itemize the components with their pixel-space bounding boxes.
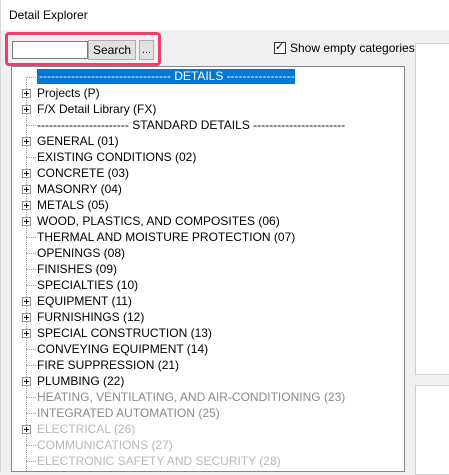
tree-item[interactable]: CONCRETE (03)	[12, 165, 404, 181]
tree-item[interactable]: WOOD, PLASTICS, AND COMPOSITES (06)	[12, 213, 404, 229]
tree-connector-icon	[26, 125, 36, 127]
tree-item-label: INTEGRATED AUTOMATION (25)	[37, 406, 220, 420]
tree-item[interactable]: INTEGRATED AUTOMATION (25)	[12, 405, 404, 421]
tree-item-label: WOOD, PLASTICS, AND COMPOSITES (06)	[37, 214, 280, 228]
tree-item[interactable]: ELECTRONIC SAFETY AND SECURITY (28)	[12, 453, 404, 469]
tree-item[interactable]: ELECTRICAL (26)	[12, 421, 404, 437]
tree-item-label: EXISTING CONDITIONS (02)	[37, 150, 197, 164]
tree-item-label: HEATING, VENTILATING, AND AIR-CONDITIONI…	[37, 390, 346, 404]
tree-connector-icon	[26, 461, 36, 463]
tree-item[interactable]: --------------------------------- DETAIL…	[12, 69, 404, 85]
tree-item[interactable]: FINISHES (09)	[12, 261, 404, 277]
tree-item-label: COMMUNICATIONS (27)	[37, 438, 173, 452]
tree-item[interactable]: F/X Detail Library (FX)	[12, 101, 404, 117]
tree-item-label: SPECIALTIES (10)	[37, 278, 139, 292]
tree-item[interactable]: FIRE SUPPRESSION (21)	[12, 357, 404, 373]
tree-connector-icon	[26, 269, 36, 271]
tree-item[interactable]: EXISTING CONDITIONS (02)	[12, 149, 404, 165]
checkmark-icon: ✓	[275, 41, 285, 53]
tree-item[interactable]: ----------------------- STANDARD DETAILS…	[12, 117, 404, 133]
tree-connector-icon	[26, 157, 36, 159]
tree-item-label: CONVEYING EQUIPMENT (14)	[37, 342, 209, 356]
tree-item-label: FINISHES (09)	[37, 262, 118, 276]
show-empty-categories-toggle[interactable]: ✓ Show empty categories	[274, 41, 415, 55]
tree-connector-icon	[26, 237, 36, 239]
expand-icon[interactable]	[22, 313, 31, 322]
tree-item-label: GENERAL (01)	[37, 134, 119, 148]
tree-item-label: THERMAL AND MOISTURE PROTECTION (07)	[37, 230, 296, 244]
expand-icon[interactable]	[22, 169, 31, 178]
tree-connector-icon	[26, 77, 36, 79]
tree-item[interactable]: HEATING, VENTILATING, AND AIR-CONDITIONI…	[12, 389, 404, 405]
tree-item-label: FURNISHINGS (12)	[37, 310, 145, 324]
tree-item[interactable]: OPENINGS (08)	[12, 245, 404, 261]
tree-connector-icon	[26, 397, 36, 399]
tree-item[interactable]: GENERAL (01)	[12, 133, 404, 149]
expand-icon[interactable]	[22, 217, 31, 226]
tree-item-label: CONCRETE (03)	[37, 166, 130, 180]
expand-icon[interactable]	[22, 185, 31, 194]
tree-item-label: ----------------------- STANDARD DETAILS…	[37, 118, 346, 132]
search-button[interactable]: Search	[88, 40, 136, 60]
tree-item[interactable]: METALS (05)	[12, 197, 404, 213]
show-empty-categories-label: Show empty categories	[290, 41, 415, 55]
show-empty-categories-checkbox[interactable]: ✓	[274, 41, 286, 54]
detail-preview-panel	[415, 43, 449, 375]
tree-item-label: ELECTRONIC SAFETY AND SECURITY (28)	[37, 454, 281, 468]
tree-item-label: FIRE SUPPRESSION (21)	[37, 358, 180, 372]
tree-item-label: Projects (P)	[37, 86, 100, 100]
tree-item-label: METALS (05)	[37, 198, 109, 212]
tree-item[interactable]: EQUIPMENT (11)	[12, 293, 404, 309]
tree-item-label: ELECTRICAL (26)	[37, 422, 136, 436]
tree-item[interactable]: CONVEYING EQUIPMENT (14)	[12, 341, 404, 357]
tree-connector-icon	[26, 285, 36, 287]
detail-info-panel	[415, 385, 449, 475]
tree-item-label: PLUMBING (22)	[37, 374, 125, 388]
tree-connector-icon	[26, 253, 36, 255]
category-tree[interactable]: --------------------------------- DETAIL…	[11, 66, 405, 472]
tree-item[interactable]: Projects (P)	[12, 85, 404, 101]
tree-connector-icon	[26, 349, 36, 351]
tree-item[interactable]: PLUMBING (22)	[12, 373, 404, 389]
expand-icon[interactable]	[22, 329, 31, 338]
search-input[interactable]	[12, 41, 88, 59]
expand-icon[interactable]	[22, 137, 31, 146]
tree-item-label: MASONRY (04)	[37, 182, 122, 196]
tree-item[interactable]: SPECIAL CONSTRUCTION (13)	[12, 325, 404, 341]
tree-item[interactable]: THERMAL AND MOISTURE PROTECTION (07)	[12, 229, 404, 245]
expand-icon[interactable]	[22, 89, 31, 98]
expand-icon[interactable]	[22, 105, 31, 114]
title-bar: Detail Explorer	[1, 0, 449, 30]
tree-item-label: OPENINGS (08)	[37, 246, 126, 260]
tree-connector-icon	[26, 445, 36, 447]
expand-icon[interactable]	[22, 201, 31, 210]
tree-item-label: SPECIAL CONSTRUCTION (13)	[37, 326, 212, 340]
expand-icon[interactable]	[22, 425, 31, 434]
expand-icon[interactable]	[22, 377, 31, 386]
tree-item-label: F/X Detail Library (FX)	[37, 102, 157, 116]
expand-icon[interactable]	[22, 297, 31, 306]
tree-item[interactable]: MASONRY (04)	[12, 181, 404, 197]
tree-connector-icon	[26, 413, 36, 415]
more-options-button[interactable]: ...	[139, 40, 154, 60]
tree-item[interactable]: COMMUNICATIONS (27)	[12, 437, 404, 453]
tree-item[interactable]: FURNISHINGS (12)	[12, 309, 404, 325]
tree-item[interactable]: SPECIALTIES (10)	[12, 277, 404, 293]
tree-item-label: --------------------------------- DETAIL…	[37, 69, 295, 84]
detail-explorer-window: Detail Explorer Search ... ✓ Show empty …	[0, 0, 449, 475]
tree-item-label: EQUIPMENT (11)	[37, 294, 132, 308]
tree-connector-icon	[26, 365, 36, 367]
window-title: Detail Explorer	[9, 8, 88, 22]
